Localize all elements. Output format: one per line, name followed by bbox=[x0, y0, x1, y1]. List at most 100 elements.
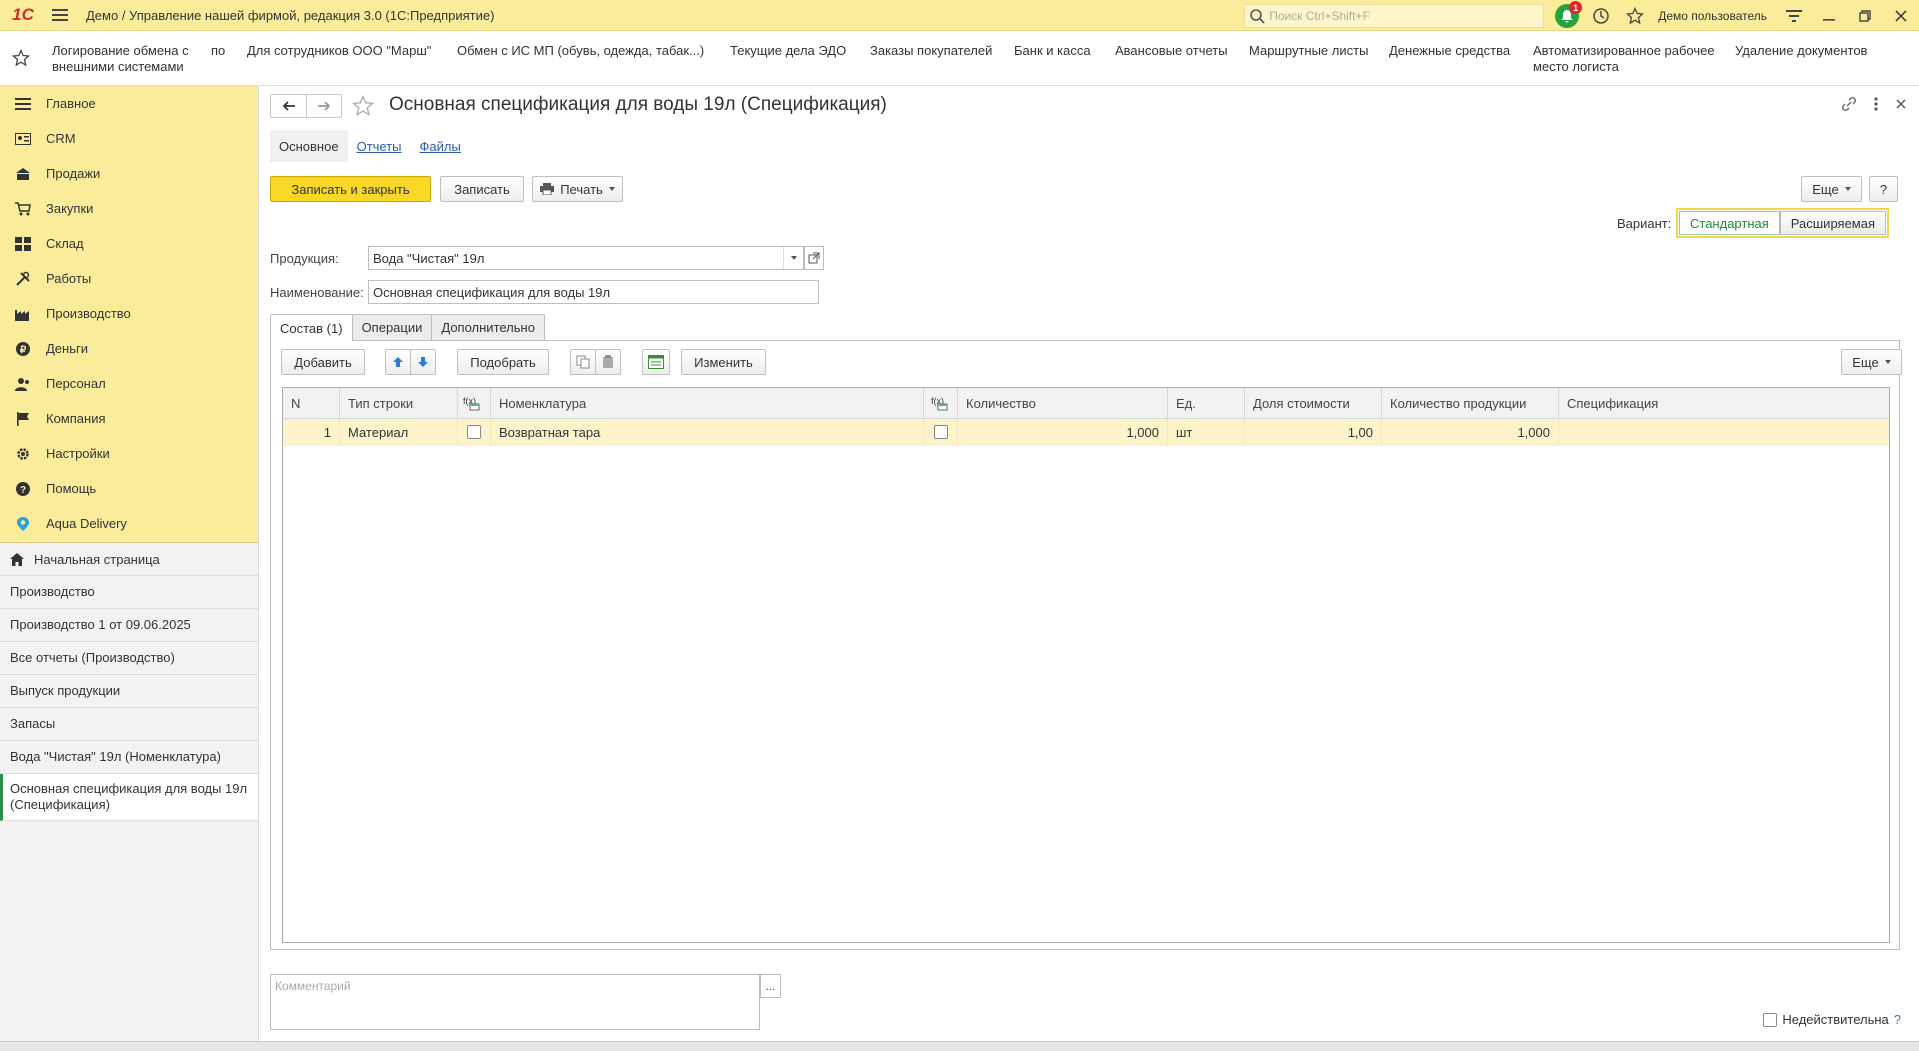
table-row[interactable]: 1 Материал Возвратная тара 1,000 шт 1,00… bbox=[283, 419, 1889, 446]
tab-composition[interactable]: Состав (1) bbox=[270, 314, 353, 341]
tab-main[interactable]: Основное bbox=[270, 130, 348, 162]
section-crm[interactable]: CRM bbox=[0, 121, 258, 156]
section-aqua-delivery[interactable]: Aqua Delivery bbox=[0, 506, 258, 541]
product-field[interactable]: Вода "Чистая" 19л bbox=[368, 246, 804, 270]
close-form-icon[interactable] bbox=[1895, 96, 1907, 112]
more-actions-icon[interactable] bbox=[1873, 96, 1879, 112]
copy-icon[interactable] bbox=[570, 349, 596, 375]
cell-quantity[interactable]: 1,000 bbox=[958, 419, 1168, 445]
more-button[interactable]: Еще bbox=[1801, 176, 1862, 202]
table-settings-icon[interactable] bbox=[642, 349, 670, 375]
favorites-icon[interactable] bbox=[12, 49, 30, 67]
checkbox[interactable] bbox=[933, 425, 948, 439]
section-warehouse[interactable]: Склад bbox=[0, 226, 258, 261]
name-field[interactable]: Основная спецификация для воды 19л bbox=[368, 280, 819, 304]
favorite-item[interactable]: Автоматизированное рабочее место логиста bbox=[1533, 43, 1715, 75]
open-window-item[interactable]: Все отчеты (Производство) bbox=[0, 642, 258, 675]
column-header[interactable]: Доля стоимости bbox=[1245, 388, 1382, 418]
favorite-star-icon[interactable] bbox=[352, 95, 374, 117]
inactive-checkbox[interactable] bbox=[1763, 1012, 1778, 1027]
section-settings[interactable]: Настройки bbox=[0, 436, 258, 471]
column-header[interactable]: Спецификация bbox=[1559, 388, 1889, 418]
column-header[interactable]: Количество bbox=[958, 388, 1168, 418]
favorite-item[interactable]: Заказы покупателей bbox=[870, 43, 992, 59]
column-header[interactable]: Тип строки bbox=[340, 388, 458, 418]
cell-unit[interactable]: шт bbox=[1168, 419, 1245, 445]
add-button[interactable]: Добавить bbox=[281, 349, 365, 375]
favorite-item[interactable]: Денежные средства bbox=[1389, 43, 1510, 59]
cell-n[interactable]: 1 bbox=[283, 419, 340, 445]
tab-operations[interactable]: Операции bbox=[351, 314, 433, 340]
section-purchases[interactable]: Закупки bbox=[0, 191, 258, 226]
chevron-down-icon[interactable] bbox=[783, 247, 803, 269]
link-icon[interactable] bbox=[1841, 96, 1857, 112]
tab-reports[interactable]: Отчеты bbox=[348, 130, 411, 162]
tab-files[interactable]: Файлы bbox=[411, 130, 470, 162]
history-icon[interactable] bbox=[1584, 0, 1618, 31]
section-main[interactable]: Главное bbox=[0, 86, 258, 121]
section-production[interactable]: Производство bbox=[0, 296, 258, 331]
favorite-item[interactable]: Авансовые отчеты bbox=[1115, 43, 1228, 59]
cell-checkbox[interactable] bbox=[924, 419, 958, 445]
open-window-item[interactable]: Вода "Чистая" 19л (Номенклатура) bbox=[0, 741, 258, 774]
help-button[interactable]: ? bbox=[1869, 176, 1898, 202]
favorite-item[interactable]: Маршрутные листы bbox=[1249, 43, 1368, 59]
cell-checkbox[interactable] bbox=[458, 419, 491, 445]
open-window-item[interactable]: Запасы bbox=[0, 708, 258, 741]
comment-edit-button[interactable]: ... bbox=[760, 974, 781, 998]
column-header[interactable]: Количество продукции bbox=[1382, 388, 1559, 418]
comment-field[interactable]: Комментарий bbox=[270, 974, 760, 1030]
minimize-icon[interactable] bbox=[1811, 0, 1847, 31]
restore-icon[interactable] bbox=[1847, 0, 1883, 31]
pick-button[interactable]: Подобрать bbox=[457, 349, 549, 375]
move-up-icon[interactable] bbox=[385, 349, 411, 375]
section-help[interactable]: ? Помощь bbox=[0, 471, 258, 506]
favorites-star-icon[interactable] bbox=[1618, 0, 1652, 31]
checkbox[interactable] bbox=[467, 425, 481, 439]
cell-row-type[interactable]: Материал bbox=[340, 419, 458, 445]
cell-product-quantity[interactable]: 1,000 bbox=[1382, 419, 1559, 445]
favorite-item[interactable]: по bbox=[211, 43, 225, 59]
section-money[interactable]: ₽ Деньги bbox=[0, 331, 258, 366]
favorite-item[interactable]: Удаление документов bbox=[1735, 43, 1867, 59]
print-button[interactable]: Печать bbox=[532, 176, 623, 202]
search-input[interactable]: Поиск Ctrl+Shift+F bbox=[1244, 3, 1545, 28]
favorite-item[interactable]: Банк и касса bbox=[1014, 43, 1091, 59]
forward-arrow-icon[interactable] bbox=[306, 95, 341, 117]
open-window-item[interactable]: Выпуск продукции bbox=[0, 675, 258, 708]
tab-additional[interactable]: Дополнительно bbox=[431, 314, 545, 340]
notifications-button[interactable]: 1 bbox=[1550, 0, 1584, 31]
section-staff[interactable]: Персонал bbox=[0, 366, 258, 401]
column-header[interactable]: f(x) bbox=[924, 388, 958, 418]
user-name[interactable]: Демо пользователь bbox=[1658, 9, 1767, 23]
section-sales[interactable]: Продажи bbox=[0, 156, 258, 191]
save-and-close-button[interactable]: Записать и закрыть bbox=[270, 176, 431, 202]
variant-extended-button[interactable]: Расширяемая bbox=[1779, 211, 1887, 235]
column-header[interactable]: Номенклатура bbox=[491, 388, 924, 418]
main-menu-icon[interactable] bbox=[46, 0, 74, 31]
close-window-icon[interactable] bbox=[1883, 0, 1919, 31]
favorite-item[interactable]: Для сотрудников ООО "Марш" bbox=[247, 43, 431, 59]
move-down-icon[interactable] bbox=[410, 349, 436, 375]
open-window-item[interactable]: Производство 1 от 09.06.2025 bbox=[0, 609, 258, 642]
variant-standard-button[interactable]: Стандартная bbox=[1679, 211, 1780, 235]
section-company[interactable]: Компания bbox=[0, 401, 258, 436]
favorite-item[interactable]: Логирование обмена с внешними системами bbox=[52, 43, 189, 75]
inactive-help-icon[interactable]: ? bbox=[1894, 1012, 1901, 1027]
cell-specification[interactable] bbox=[1559, 419, 1889, 445]
section-works[interactable]: Работы bbox=[0, 261, 258, 296]
column-header[interactable]: f(x) bbox=[458, 388, 491, 418]
save-button[interactable]: Записать bbox=[440, 176, 524, 202]
favorite-item[interactable]: Обмен с ИС МП (обувь, одежда, табак...) bbox=[457, 43, 704, 59]
home-page-link[interactable]: Начальная страница bbox=[0, 543, 258, 576]
cell-nomenclature[interactable]: Возвратная тара bbox=[491, 419, 924, 445]
cell-cost-share[interactable]: 1,00 bbox=[1245, 419, 1382, 445]
open-product-icon[interactable] bbox=[804, 246, 824, 270]
change-button[interactable]: Изменить bbox=[681, 349, 766, 375]
paste-icon[interactable] bbox=[595, 349, 621, 375]
open-window-item-active[interactable]: Основная спецификация для воды 19л (Спец… bbox=[0, 774, 258, 821]
column-header[interactable]: N bbox=[283, 388, 340, 418]
settings-menu-icon[interactable] bbox=[1777, 0, 1811, 31]
column-header[interactable]: Ед. bbox=[1168, 388, 1245, 418]
open-window-item[interactable]: Производство bbox=[0, 576, 258, 609]
